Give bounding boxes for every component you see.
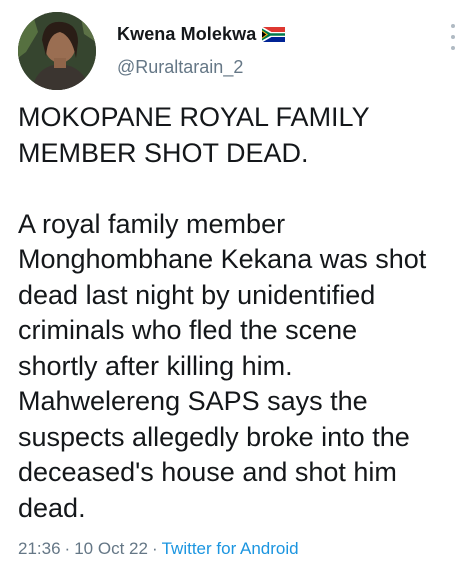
more-dot: [451, 46, 455, 50]
user-handle[interactable]: @Ruraltarain_2: [117, 57, 285, 78]
tweet-card: Kwena Molekwa @Ruraltarain_2 MOKOPANE RO…: [0, 0, 475, 566]
more-dot: [451, 24, 455, 28]
display-name[interactable]: Kwena Molekwa: [117, 24, 256, 45]
tweet-meta: 21:36 · 10 Oct 22 · Twitter for Android: [18, 539, 299, 559]
name-row: Kwena Molekwa: [117, 22, 286, 46]
tweet-text: MOKOPANE ROYAL FAMILY MEMBER SHOT DEAD. …: [18, 102, 427, 523]
tweet-time[interactable]: 21:36: [18, 539, 61, 558]
tweet-date[interactable]: 10 Oct 22: [74, 539, 148, 558]
tweet-source-link[interactable]: Twitter for Android: [162, 539, 299, 558]
meta-separator: ·: [64, 539, 71, 558]
avatar[interactable]: [18, 12, 96, 90]
south-africa-flag-icon: [262, 26, 286, 42]
profile-photo-icon: [18, 12, 96, 90]
user-info: Kwena Molekwa @Ruraltarain_2: [117, 22, 286, 78]
more-vertical-icon[interactable]: [448, 24, 458, 50]
tweet-header: Kwena Molekwa @Ruraltarain_2: [18, 12, 458, 92]
meta-separator: ·: [151, 539, 158, 558]
more-dot: [451, 35, 455, 39]
